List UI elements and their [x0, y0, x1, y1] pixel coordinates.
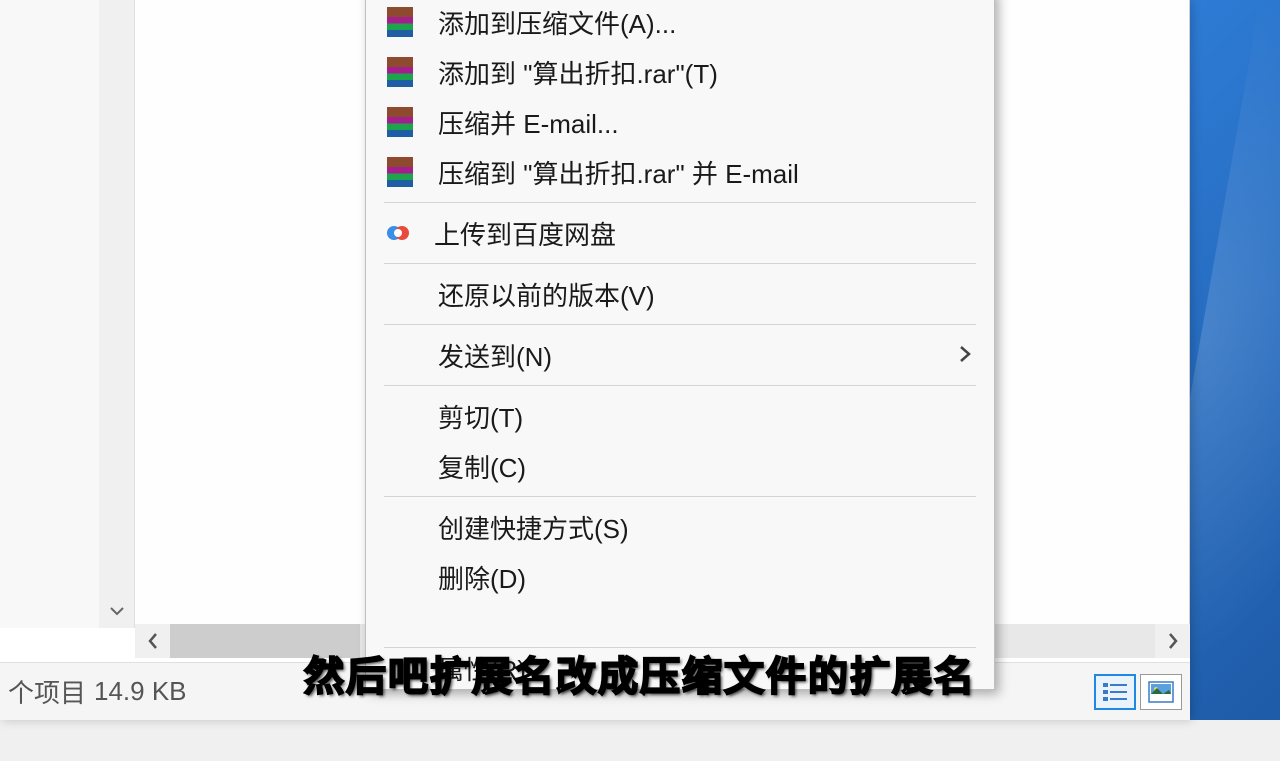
- menu-separator: [384, 496, 976, 497]
- desktop-background: [1180, 0, 1280, 720]
- menu-label: 复制(C): [438, 448, 976, 485]
- status-items-label: 个项目: [8, 673, 86, 710]
- menu-add-to-rar[interactable]: 添加到 "算出折扣.rar"(T): [366, 47, 994, 97]
- menu-compress-email[interactable]: 压缩并 E-mail...: [366, 97, 994, 147]
- menu-copy[interactable]: 复制(C): [366, 441, 994, 491]
- menu-label: 还原以前的版本(V): [438, 276, 976, 313]
- scroll-down-button[interactable]: [99, 593, 134, 628]
- sidebar-scrollbar[interactable]: [99, 0, 134, 628]
- menu-cut[interactable]: 剪切(T): [366, 391, 994, 441]
- menu-label: 剪切(T): [438, 398, 976, 435]
- menu-label: 添加到 "算出折扣.rar"(T): [438, 54, 976, 91]
- menu-label: 压缩并 E-mail...: [438, 104, 976, 141]
- menu-restore-versions[interactable]: 还原以前的版本(V): [366, 269, 994, 319]
- menu-separator: [384, 263, 976, 264]
- menu-label: 压缩到 "算出折扣.rar" 并 E-mail: [438, 154, 976, 191]
- menu-label: 删除(D): [438, 559, 976, 596]
- winrar-icon: [384, 156, 416, 188]
- details-view-button[interactable]: [1094, 674, 1136, 710]
- menu-delete[interactable]: 删除(D): [366, 552, 994, 602]
- menu-separator: [384, 324, 976, 325]
- scroll-right-button[interactable]: [1155, 624, 1190, 658]
- menu-label: 发送到(N): [438, 337, 958, 374]
- menu-label: 添加到压缩文件(A)...: [438, 4, 976, 41]
- scroll-left-button[interactable]: [135, 624, 170, 658]
- winrar-icon: [384, 106, 416, 138]
- winrar-icon: [384, 56, 416, 88]
- winrar-icon: [384, 6, 416, 38]
- sidebar-panel: [0, 0, 135, 628]
- status-size-label: 14.9 KB: [94, 676, 187, 707]
- menu-rename-partial[interactable]: [366, 602, 994, 642]
- menu-add-archive[interactable]: 添加到压缩文件(A)...: [366, 0, 994, 47]
- menu-separator: [384, 202, 976, 203]
- menu-separator: [384, 385, 976, 386]
- thumbnail-view-button[interactable]: [1140, 674, 1182, 710]
- menu-send-to[interactable]: 发送到(N): [366, 330, 994, 380]
- view-mode-buttons: [1094, 674, 1182, 710]
- menu-baidu-upload[interactable]: 上传到百度网盘: [366, 208, 994, 258]
- video-subtitle: 然后吧扩展名改成压缩文件的扩展名: [304, 644, 976, 702]
- context-menu: 添加到压缩文件(A)... 添加到 "算出折扣.rar"(T) 压缩并 E-ma…: [365, 0, 995, 690]
- menu-label: 上传到百度网盘: [434, 215, 976, 252]
- menu-create-shortcut[interactable]: 创建快捷方式(S): [366, 502, 994, 552]
- menu-compress-to-email[interactable]: 压缩到 "算出折扣.rar" 并 E-mail: [366, 147, 994, 197]
- baidu-pan-icon: [384, 219, 412, 247]
- menu-label: 创建快捷方式(S): [438, 509, 976, 546]
- submenu-arrow-icon: [958, 340, 972, 371]
